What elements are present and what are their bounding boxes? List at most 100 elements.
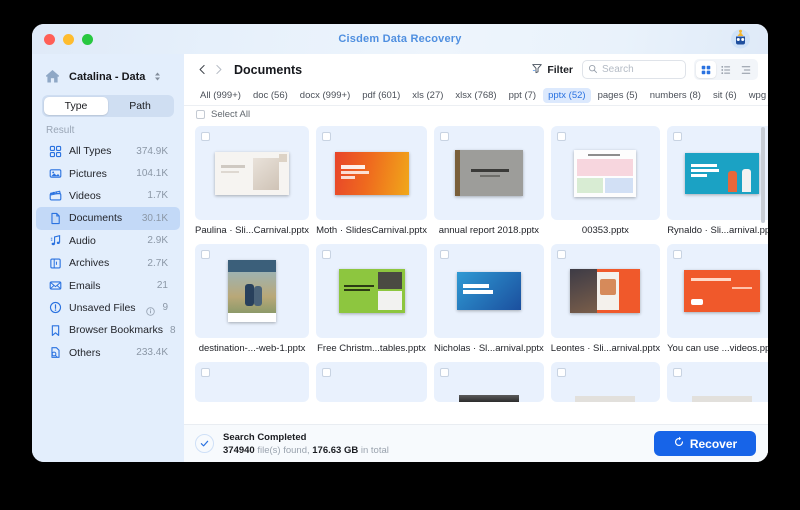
filter-tab-All[interactable]: All (999+) <box>195 88 246 103</box>
file-checkbox[interactable] <box>673 132 683 141</box>
file-card[interactable]: Leontes · Sli...arnival.pptx <box>550 244 661 354</box>
filter-tab-numbers[interactable]: numbers (8) <box>645 88 706 103</box>
file-card[interactable] <box>195 362 310 402</box>
file-checkbox[interactable] <box>673 250 683 259</box>
sidebar-item-emails[interactable]: Emails 21 <box>36 274 180 296</box>
sidebar-item-documents[interactable]: Documents 30.1K <box>36 207 180 230</box>
filter-tab-xlsx[interactable]: xlsx (768) <box>450 88 501 103</box>
file-thumbnail[interactable] <box>195 244 310 338</box>
filter-button[interactable]: Filter <box>531 61 573 79</box>
sidebar-item-label: Documents <box>69 212 123 225</box>
file-thumbnail[interactable] <box>316 362 427 402</box>
file-checkbox[interactable] <box>322 132 332 141</box>
file-thumbnail[interactable] <box>433 244 544 338</box>
sidebar-item-count: 233.4K <box>136 347 168 359</box>
file-card[interactable] <box>667 362 768 402</box>
close-button[interactable] <box>44 33 55 45</box>
sidebar-item-all-types[interactable]: All Types 374.9K <box>36 140 180 162</box>
file-checkbox[interactable] <box>673 368 683 377</box>
file-checkbox[interactable] <box>556 368 566 377</box>
file-card[interactable] <box>433 362 544 402</box>
file-card[interactable]: Free Christm...tables.pptx <box>316 244 427 354</box>
file-checkbox[interactable] <box>439 250 449 259</box>
file-card[interactable]: Paulina · Sli...Carnival.pptx <box>195 126 310 236</box>
filter-tab-docx[interactable]: docx (999+) <box>295 88 355 103</box>
file-checkbox[interactable] <box>322 250 332 259</box>
file-checkbox[interactable] <box>556 132 566 141</box>
sidebar-item-others[interactable]: Others 233.4K <box>36 342 180 364</box>
file-checkbox[interactable] <box>201 368 210 377</box>
sidebar-item-audio[interactable]: Audio 2.9K <box>36 230 180 252</box>
vertical-scrollbar[interactable] <box>761 127 765 420</box>
file-checkbox[interactable] <box>439 368 449 377</box>
video-clapper-icon <box>48 189 62 203</box>
app-logo-icon <box>727 25 754 52</box>
file-checkbox[interactable] <box>439 132 449 141</box>
grid-view-icon[interactable] <box>696 61 716 78</box>
detail-view-icon[interactable] <box>736 61 756 78</box>
maximize-button[interactable] <box>82 33 93 45</box>
file-checkbox[interactable] <box>201 132 210 141</box>
sidebar-item-archives[interactable]: Archives 2.7K <box>36 252 180 274</box>
recover-refresh-icon <box>673 436 685 451</box>
filter-tab-pptx[interactable]: pptx (52) <box>543 87 591 103</box>
file-card[interactable]: Moth · SlidesCarnival.pptx <box>316 126 427 236</box>
file-card[interactable]: You can use ...videos.pptx <box>667 244 768 354</box>
filter-tab-doc[interactable]: doc (56) <box>248 88 293 103</box>
list-view-icon[interactable] <box>716 61 736 78</box>
file-card[interactable] <box>550 362 661 402</box>
file-name: 00353.pptx <box>581 225 629 236</box>
file-card[interactable] <box>316 362 427 402</box>
filter-tab-pages[interactable]: pages (5) <box>593 88 643 103</box>
file-thumbnail[interactable] <box>433 126 544 220</box>
filter-tab-pdf[interactable]: pdf (601) <box>357 88 405 103</box>
file-card[interactable]: 00353.pptx <box>550 126 661 236</box>
file-thumbnail[interactable] <box>195 126 310 220</box>
file-thumbnail[interactable] <box>550 362 661 402</box>
file-thumbnail[interactable] <box>195 362 310 402</box>
file-card[interactable]: destination-...-web-1.pptx <box>195 244 310 354</box>
minimize-button[interactable] <box>63 33 74 45</box>
back-button[interactable] <box>194 60 210 80</box>
segment-type[interactable]: Type <box>44 97 108 115</box>
file-thumbnail[interactable] <box>667 362 768 402</box>
status-bar: Search Completed 374940 file(s) found, 1… <box>184 424 768 462</box>
select-all-checkbox[interactable] <box>196 110 205 119</box>
segment-path[interactable]: Path <box>108 97 172 115</box>
file-thumbnail[interactable] <box>550 244 661 338</box>
file-card[interactable]: Nicholas · Sl...arnival.pptx <box>433 244 544 354</box>
recover-button[interactable]: Recover <box>654 431 756 456</box>
file-thumbnail[interactable] <box>667 244 768 338</box>
file-card[interactable]: annual report 2018.pptx <box>433 126 544 236</box>
sidebar-item-label: Others <box>69 346 101 359</box>
sidebar-item-label: Videos <box>69 189 101 202</box>
file-checkbox[interactable] <box>201 250 210 259</box>
file-grid-scroll-area: Paulina · Sli...Carnival.pptx Moth · Slid… <box>184 123 768 424</box>
file-thumbnail[interactable] <box>316 244 427 338</box>
info-icon[interactable] <box>146 303 156 317</box>
file-checkbox[interactable] <box>556 250 566 259</box>
file-card[interactable]: Rynaldo · Sli...arnival.pptx <box>667 126 768 236</box>
sidebar-item-unsaved-files[interactable]: Unsaved Files 9 <box>36 297 180 319</box>
sidebar-item-pictures[interactable]: Pictures 104.1K <box>36 162 180 184</box>
select-all-row[interactable]: Select All <box>184 106 768 123</box>
forward-button[interactable] <box>210 60 226 80</box>
file-name: Free Christm...tables.pptx <box>317 343 426 354</box>
status-found-text: file(s) found, <box>254 444 313 456</box>
filter-tab-wpg[interactable]: wpg (2) <box>744 88 768 103</box>
filter-tab-sit[interactable]: sit (6) <box>708 88 742 103</box>
volume-selector[interactable]: Catalina - Data <box>32 62 184 89</box>
file-thumbnail[interactable] <box>667 126 768 220</box>
sidebar-item-videos[interactable]: Videos 1.7K <box>36 185 180 207</box>
file-thumbnail[interactable] <box>433 362 544 402</box>
file-checkbox[interactable] <box>322 368 332 377</box>
sidebar-item-browser-bookmarks[interactable]: Browser Bookmarks 8 <box>36 319 180 341</box>
scrollbar-thumb[interactable] <box>761 127 765 223</box>
search-input[interactable]: Search <box>582 60 686 79</box>
type-path-segmented-control[interactable]: Type Path <box>42 95 174 117</box>
file-thumbnail[interactable] <box>316 126 427 220</box>
filter-tab-ppt[interactable]: ppt (7) <box>504 88 541 103</box>
file-thumbnail[interactable] <box>550 126 661 220</box>
filter-tab-xls[interactable]: xls (27) <box>407 88 448 103</box>
main-panel: Documents Filter Search All (999+) doc (… <box>184 54 768 462</box>
